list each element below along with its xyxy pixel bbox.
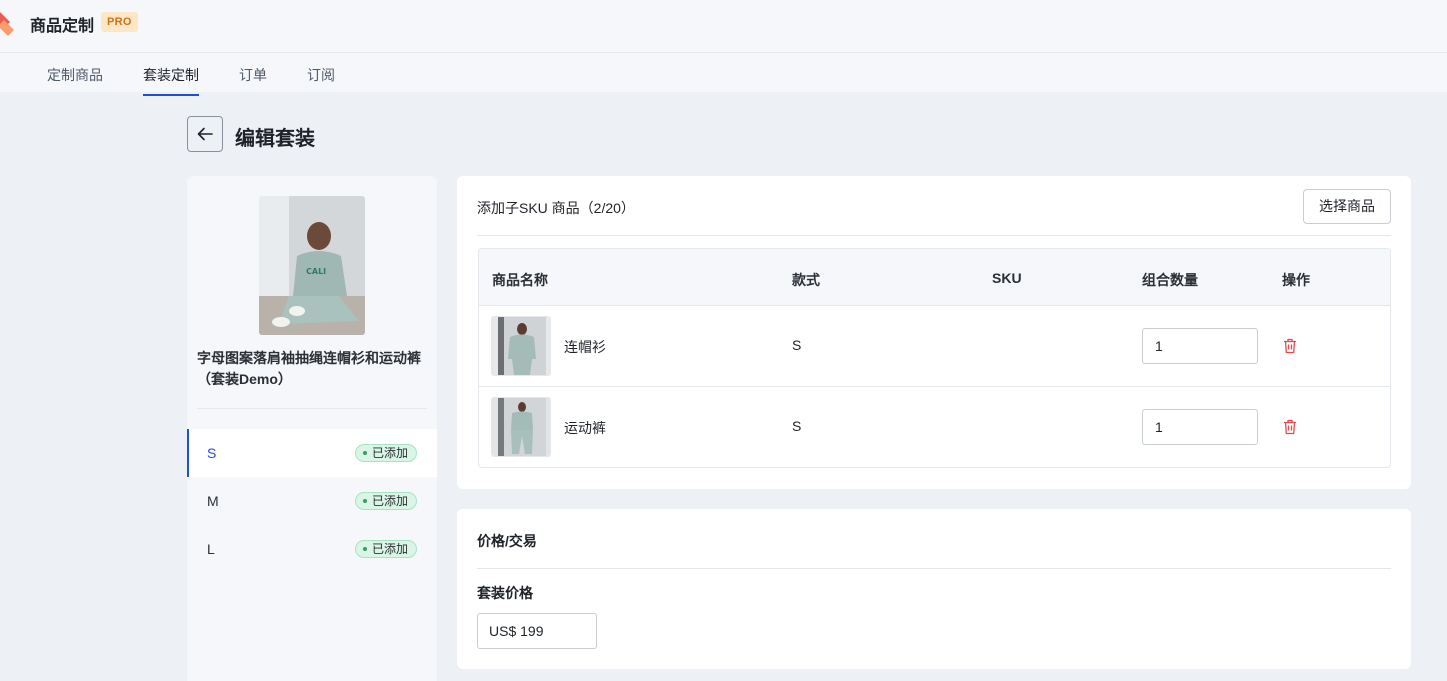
column-header-name: 商品名称	[492, 272, 548, 288]
pro-badge: PRO	[101, 12, 138, 32]
table-row: 连帽衫 S 1	[479, 306, 1390, 387]
divider	[477, 235, 1391, 236]
app-title: 商品定制	[30, 18, 95, 35]
column-header-sku: SKU	[992, 270, 1022, 286]
arrow-left-icon	[197, 127, 213, 141]
product-name-cell: 连帽衫	[564, 339, 606, 355]
column-header-quantity: 组合数量	[1142, 272, 1198, 288]
tab-subscriptions[interactable]: 订阅	[307, 65, 335, 94]
tab-orders[interactable]: 订单	[239, 65, 267, 94]
status-badge: 已添加	[354, 444, 417, 462]
table-row: 运动裤 S 1	[479, 387, 1390, 467]
tab-bundle-custom[interactable]: 套装定制	[143, 65, 199, 96]
tab-bar: 定制商品 套装定制 订单 订阅	[0, 53, 1447, 96]
variant-label: S	[207, 445, 217, 461]
select-products-button[interactable]: 选择商品	[1303, 189, 1391, 224]
bundle-price-input[interactable]: US$ 199	[477, 613, 597, 649]
price-section-title: 价格/交易	[477, 533, 537, 549]
quantity-input[interactable]: 1	[1142, 409, 1258, 445]
product-thumbnail	[491, 316, 551, 376]
variant-item-s[interactable]: S 已添加	[187, 429, 437, 477]
bundle-price-label: 套装价格	[477, 585, 533, 601]
quantity-input[interactable]: 1	[1142, 328, 1258, 364]
variant-label: M	[207, 493, 219, 509]
bundle-summary-panel: CALI 字母图案落肩袖抽绳连帽衫和运动裤（套装Demo） S 已添加 M 已添…	[187, 176, 437, 681]
product-name-cell: 运动裤	[564, 420, 606, 436]
column-header-actions: 操作	[1282, 272, 1310, 288]
product-image: CALI	[259, 196, 365, 335]
variant-label: L	[207, 541, 215, 557]
style-cell: S	[792, 337, 802, 353]
sku-table: 商品名称 款式 SKU 组合数量 操作 连帽衫 S 1 运动裤 S 1	[478, 248, 1391, 468]
product-name: 字母图案落肩袖抽绳连帽衫和运动裤（套装Demo）	[197, 350, 421, 387]
style-cell: S	[792, 418, 802, 434]
sku-section-title: 添加子SKU 商品（2/20）	[477, 200, 635, 216]
back-button[interactable]	[187, 116, 223, 152]
variant-item-l[interactable]: L 已添加	[187, 525, 437, 573]
divider	[477, 568, 1391, 569]
status-badge: 已添加	[354, 492, 417, 510]
column-header-style: 款式	[792, 272, 820, 288]
trash-icon[interactable]	[1283, 338, 1297, 354]
divider	[197, 408, 427, 409]
table-header: 商品名称 款式 SKU 组合数量 操作	[479, 249, 1390, 306]
variant-item-m[interactable]: M 已添加	[187, 477, 437, 525]
trash-icon[interactable]	[1283, 419, 1297, 435]
svg-text:CALI: CALI	[306, 267, 326, 276]
product-thumbnail	[491, 397, 551, 457]
price-section: 价格/交易 套装价格 US$ 199	[457, 509, 1411, 669]
status-badge: 已添加	[354, 540, 417, 558]
sku-section: 添加子SKU 商品（2/20） 选择商品 商品名称 款式 SKU 组合数量 操作	[457, 176, 1411, 489]
brand-logo-icon	[0, 12, 14, 36]
page-title: 编辑套装	[235, 128, 315, 150]
app-header: 商品定制 PRO	[0, 0, 1447, 53]
tab-custom-products[interactable]: 定制商品	[47, 65, 103, 94]
